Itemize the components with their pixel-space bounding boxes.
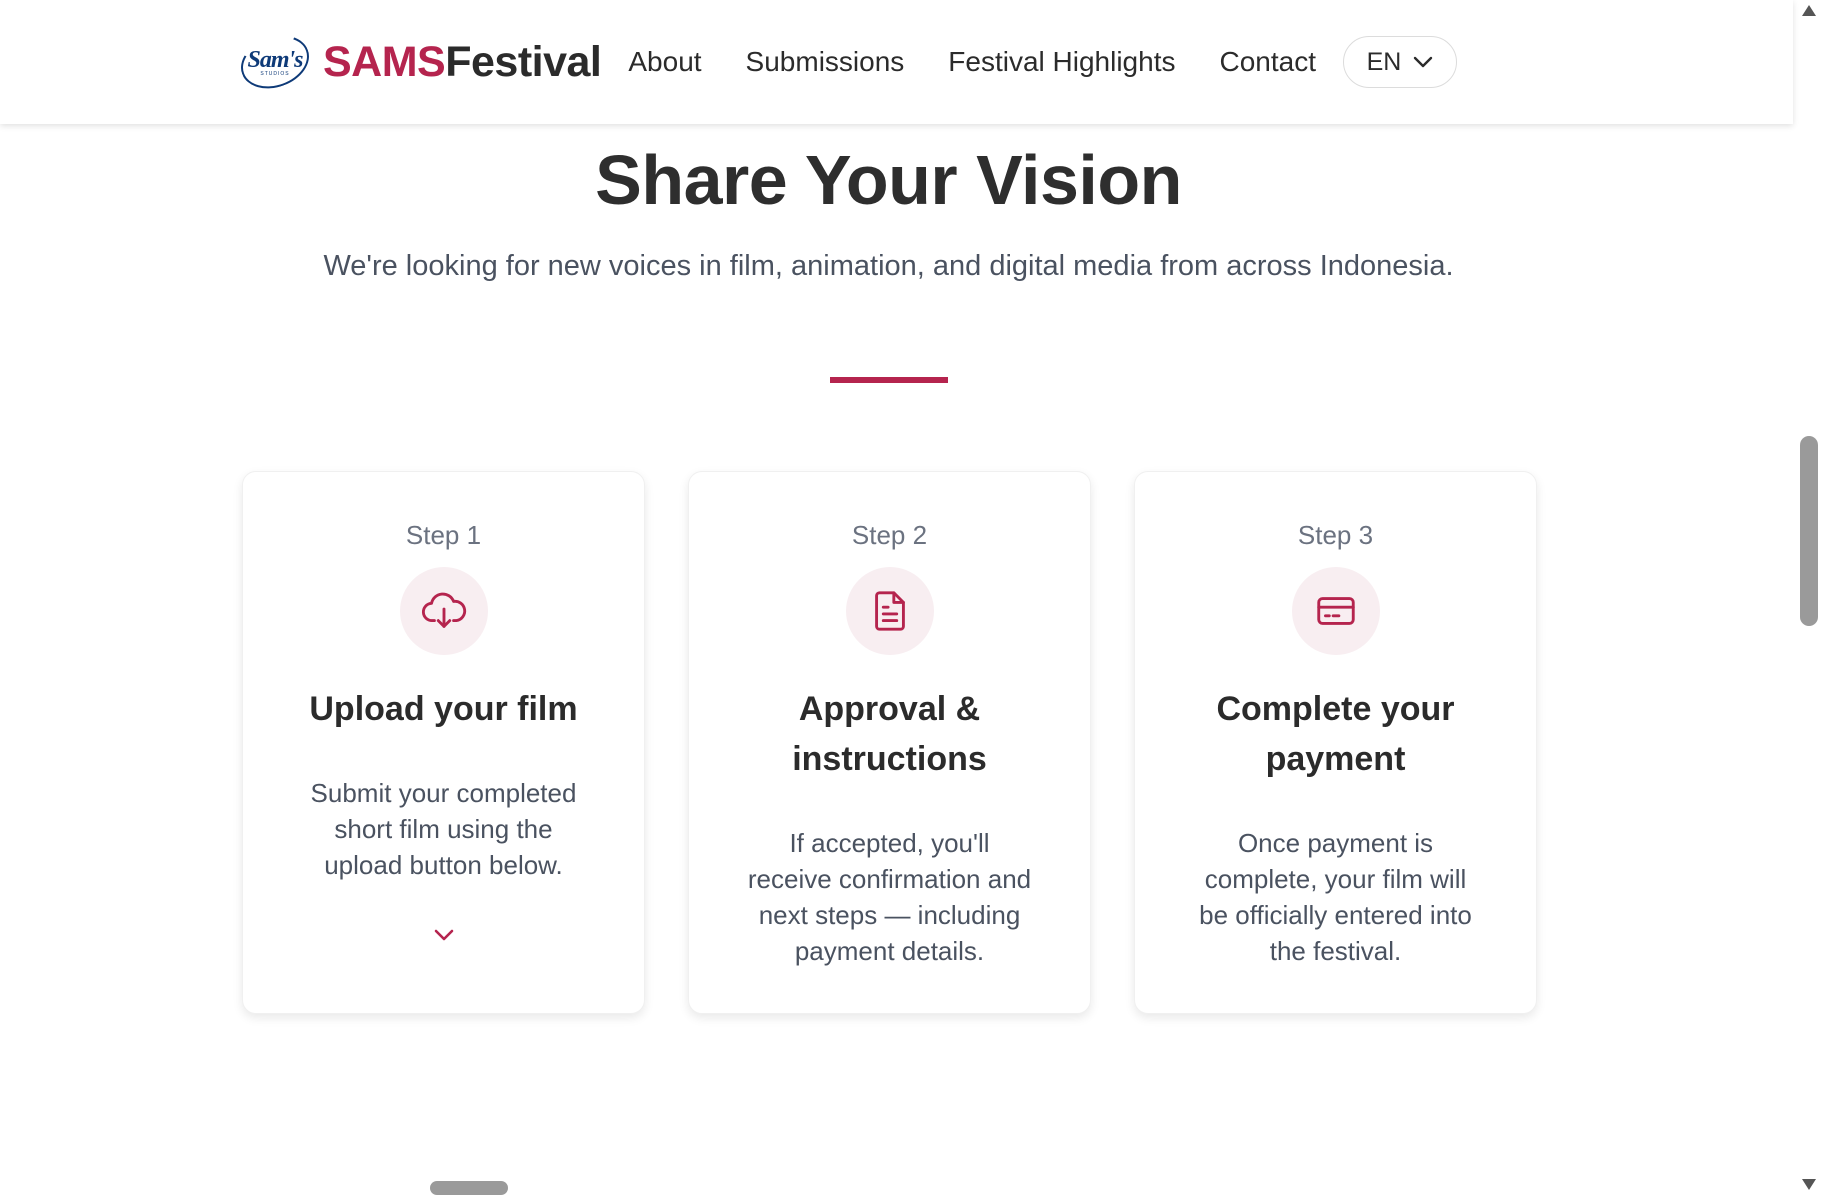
nav-contact[interactable]: Contact — [1219, 46, 1316, 78]
step-label: Step 3 — [1297, 520, 1374, 550]
step-label: Step 2 — [851, 520, 928, 550]
step-title: Upload your film — [309, 690, 578, 728]
step-label: Step 1 — [405, 520, 482, 550]
accent-divider — [830, 377, 948, 383]
step-card-approval: Step 2 Approval & instructions If accept… — [688, 471, 1091, 1014]
nav-festival-highlights[interactable]: Festival Highlights — [948, 46, 1175, 78]
chevron-down-icon — [1414, 56, 1433, 68]
step-description: If accepted, you'll receive confirmation… — [747, 828, 1032, 966]
section-subtitle: We're looking for new voices in film, an… — [323, 250, 1454, 282]
vertical-scrollbar[interactable] — [1793, 0, 1825, 1195]
step-icon-badge — [845, 567, 934, 655]
language-label: EN — [1366, 47, 1402, 76]
scroll-down-arrow-icon[interactable] — [1802, 1179, 1816, 1190]
main-nav: About Submissions Festival Highlights Co… — [628, 46, 1360, 78]
chevron-down-icon[interactable] — [432, 923, 456, 947]
nav-submissions[interactable]: Submissions — [746, 46, 905, 78]
step-description: Once payment is complete, your film will… — [1199, 828, 1472, 966]
brand-part-festival: Festival — [445, 37, 602, 86]
cloud-download-icon — [421, 592, 466, 628]
sams-studios-logo[interactable]: Sam's STUDIOS — [233, 26, 317, 98]
brand-wordmark[interactable]: SAMSFestival — [323, 37, 602, 87]
nav-about[interactable]: About — [628, 46, 701, 78]
horizontal-scrollbar-thumb[interactable] — [430, 1181, 508, 1195]
document-icon — [874, 591, 905, 631]
step-icon-badge — [1291, 567, 1380, 655]
step-title: Complete your payment — [1216, 690, 1455, 778]
scrollbar-thumb[interactable] — [1800, 436, 1818, 626]
section-title: Share Your Vision — [595, 141, 1182, 219]
step-card-payment: Step 3 Complete your payment Once paymen… — [1134, 471, 1537, 1014]
language-selector[interactable]: EN — [1342, 36, 1457, 88]
step-title: Approval & instructions — [792, 690, 987, 778]
step-description: Submit your completed short film using t… — [310, 778, 577, 880]
credit-card-icon — [1316, 597, 1355, 625]
brand-part-sams: SAMS — [323, 37, 446, 86]
site-header: Sam's STUDIOS SAMSFestival About Submiss… — [0, 0, 1793, 124]
step-card-upload: Step 1 Upload your film Submit your comp… — [242, 471, 645, 1014]
step-icon-badge — [399, 567, 488, 655]
scroll-up-arrow-icon[interactable] — [1802, 5, 1816, 16]
